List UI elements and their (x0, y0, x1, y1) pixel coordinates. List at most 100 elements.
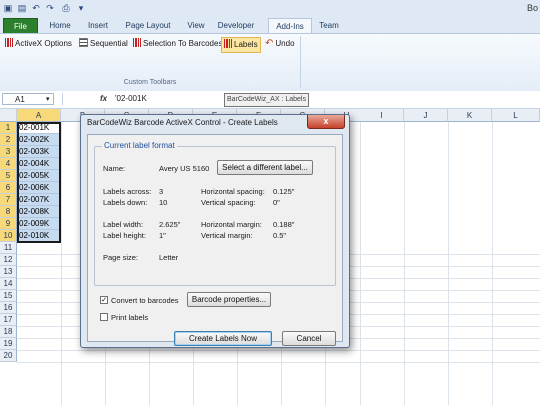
row-header[interactable]: 2 (0, 134, 17, 146)
excel-app-icon: ▣ (3, 3, 13, 13)
label-width-label: Label width: (103, 220, 144, 229)
label-width-value: 2.625" (159, 220, 181, 229)
row-header[interactable]: 13 (0, 266, 17, 278)
activex-options-button[interactable]: ActiveX Options (3, 37, 74, 51)
row-header[interactable]: 4 (0, 158, 17, 170)
close-button[interactable]: x (307, 115, 345, 129)
print-icon[interactable]: ⎙ (61, 3, 71, 13)
row-header[interactable]: 10 (0, 230, 17, 242)
column-header[interactable]: L (492, 109, 540, 122)
cell-a6[interactable]: 02-006K (17, 182, 60, 194)
formula-bar-divider (62, 93, 73, 105)
ribbon-tabs: File Home Insert Page Layout View Develo… (0, 17, 540, 35)
cell-a2[interactable]: 02-002K (17, 134, 60, 146)
cell-a10[interactable]: 02-010K (17, 230, 60, 242)
cell-a5[interactable]: 02-005K (17, 170, 60, 182)
page-size-label: Page size: (103, 253, 139, 262)
sequential-label: Sequential (90, 39, 128, 48)
row-header[interactable]: 18 (0, 326, 17, 338)
ribbon-group-separator (300, 36, 301, 88)
grid-line (17, 362, 540, 363)
label-format-group: Name: Avery US 5160 Select a different l… (94, 146, 336, 286)
row-header[interactable]: 8 (0, 206, 17, 218)
labels-across-value: 3 (159, 187, 164, 196)
grid-line (17, 350, 540, 351)
horizontal-spacing-label: Horizontal spacing: (201, 187, 265, 196)
labels-down-label: Labels down: (103, 198, 148, 207)
select-label-button[interactable]: Select a different label... (217, 160, 313, 175)
convert-to-barcodes-label: Convert to barcodes (111, 296, 179, 305)
column-header[interactable]: A (17, 109, 61, 122)
row-header[interactable]: 7 (0, 194, 17, 206)
tab-file[interactable]: File (3, 18, 38, 34)
label-height-value: 1" (159, 231, 166, 240)
page-size-value: Letter (159, 253, 179, 262)
print-labels-checkbox[interactable] (100, 313, 108, 321)
window-title-fragment: Bo (526, 3, 538, 13)
tab-view[interactable]: View (183, 18, 209, 33)
horizontal-margin-label: Horizontal margin: (201, 220, 262, 229)
row-header[interactable]: 12 (0, 254, 17, 266)
row-header[interactable]: 16 (0, 302, 17, 314)
barcode-icon (224, 39, 232, 48)
selection-to-barcodes-label: Selection To Barcodes (143, 39, 223, 48)
row-header[interactable]: 19 (0, 338, 17, 350)
cell-a8[interactable]: 02-008K (17, 206, 60, 218)
labels-label: Labels (234, 40, 258, 49)
group-title: Current label format (102, 141, 177, 150)
labels-across-label: Labels across: (103, 187, 152, 196)
row-header[interactable]: 11 (0, 242, 17, 254)
formula-bar: A1 ▾ fx '02-001K BarCodeWiz_AX : Labels (0, 91, 540, 109)
column-header[interactable]: I (360, 109, 404, 122)
row-header[interactable]: 1 (0, 122, 17, 134)
vertical-margin-value: 0.5" (273, 231, 287, 240)
cancel-button[interactable]: Cancel (282, 331, 336, 346)
labels-down-value: 10 (159, 198, 168, 207)
insert-function-icon[interactable]: fx (100, 94, 107, 103)
horizontal-spacing-value: 0.125" (273, 187, 295, 196)
column-header[interactable]: J (404, 109, 448, 122)
row-header[interactable]: 20 (0, 350, 17, 362)
cell-a1[interactable]: 02-001K (17, 122, 60, 134)
redo-qat-icon[interactable]: ↷ (45, 3, 55, 13)
row-header[interactable]: 17 (0, 314, 17, 326)
tooltip: BarCodeWiz_AX : Labels (224, 93, 309, 107)
customize-qat-icon[interactable]: ▾ (76, 3, 86, 13)
tab-team[interactable]: Team (316, 18, 342, 33)
row-header[interactable]: 6 (0, 182, 17, 194)
row-header[interactable]: 9 (0, 218, 17, 230)
select-all-corner[interactable] (0, 109, 17, 122)
barcode-icon (5, 38, 13, 47)
cell-a4[interactable]: 02-004K (17, 158, 60, 170)
chevron-down-icon[interactable]: ▾ (46, 95, 50, 103)
vertical-spacing-value: 0" (273, 198, 280, 207)
undo-label: Undo (275, 39, 295, 48)
tab-developer[interactable]: Developer (215, 18, 257, 33)
labels-button[interactable]: Labels (221, 37, 261, 53)
create-labels-now-button[interactable]: Create Labels Now (174, 331, 272, 346)
formula-input[interactable]: '02-001K (115, 94, 147, 103)
undo-button[interactable]: ↶ Undo (263, 37, 297, 51)
tab-insert[interactable]: Insert (82, 18, 114, 33)
row-header[interactable]: 15 (0, 290, 17, 302)
name-label: Name: (103, 164, 126, 173)
column-header[interactable]: K (448, 109, 492, 122)
tab-home[interactable]: Home (44, 18, 76, 33)
selection-to-barcodes-button[interactable]: Selection To Barcodes (131, 37, 224, 51)
create-labels-dialog: BarCodeWiz Barcode ActiveX Control - Cre… (80, 114, 350, 348)
cell-a9[interactable]: 02-009K (17, 218, 60, 230)
row-header[interactable]: 14 (0, 278, 17, 290)
sequential-button[interactable]: Sequential (77, 37, 130, 51)
save-icon[interactable]: ▤ (17, 3, 27, 13)
barcode-icon (133, 38, 141, 47)
convert-to-barcodes-checkbox[interactable]: ✓ (100, 296, 108, 304)
cell-a7[interactable]: 02-007K (17, 194, 60, 206)
cell-a3[interactable]: 02-003K (17, 146, 60, 158)
tab-page-layout[interactable]: Page Layout (120, 18, 176, 33)
row-header[interactable]: 3 (0, 146, 17, 158)
undo-icon: ↶ (265, 38, 274, 49)
dialog-title: BarCodeWiz Barcode ActiveX Control - Cre… (87, 118, 278, 127)
row-header[interactable]: 5 (0, 170, 17, 182)
barcode-properties-button[interactable]: Barcode properties... (187, 292, 271, 307)
undo-qat-icon[interactable]: ↶ (31, 3, 41, 13)
